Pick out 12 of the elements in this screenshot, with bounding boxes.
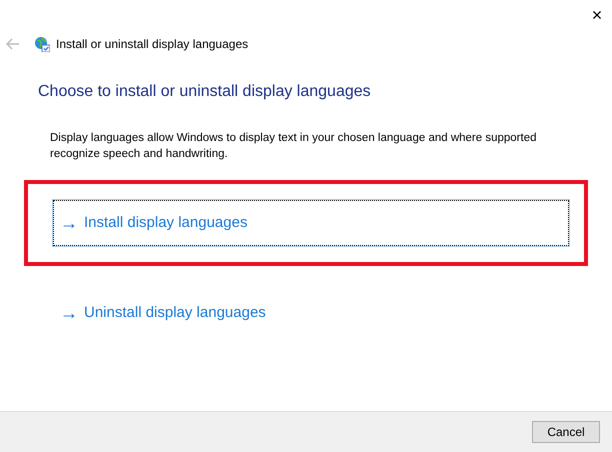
page-heading: Choose to install or uninstall display languages bbox=[38, 82, 372, 102]
window-title: Install or uninstall display languages bbox=[56, 36, 248, 53]
option-label: Uninstall display languages bbox=[84, 302, 266, 323]
cancel-button[interactable]: Cancel bbox=[532, 421, 600, 443]
close-button[interactable]: × bbox=[582, 0, 612, 30]
option-label: Install display languages bbox=[84, 212, 248, 233]
option-link[interactable]: → Install display languages bbox=[53, 200, 569, 246]
description-text: Display languages allow Windows to display text in your chosen language and where supported recognize speech and handwriting. bbox=[50, 131, 538, 162]
option-link[interactable]: → Uninstall display languages bbox=[53, 290, 569, 336]
arrow-icon: → bbox=[60, 214, 78, 232]
arrow-icon: → bbox=[60, 304, 78, 322]
globe-icon bbox=[34, 36, 50, 52]
